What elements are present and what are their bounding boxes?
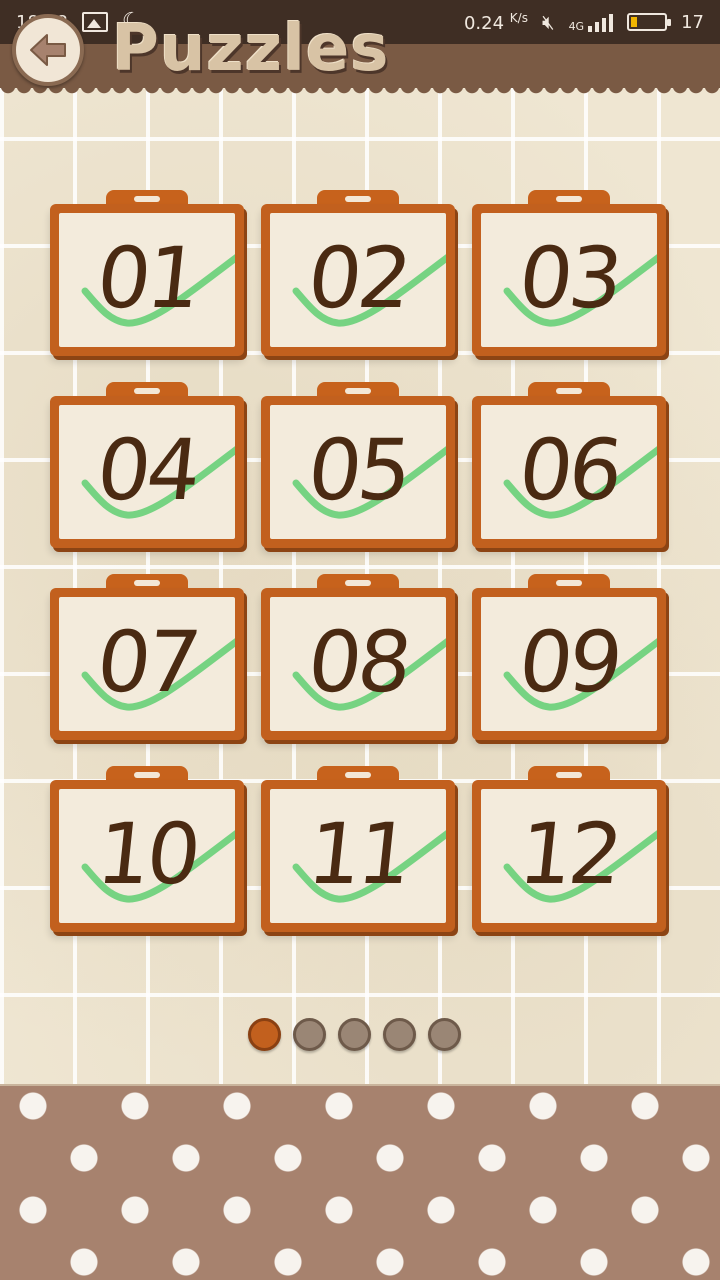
page-dot[interactable]	[383, 1018, 416, 1051]
puzzle-tile[interactable]: 10	[50, 766, 244, 934]
puzzle-tile[interactable]: 08	[261, 574, 455, 742]
network-speed: 0.24 K/s	[464, 11, 528, 34]
tile-board: 11	[270, 789, 446, 923]
tile-frame: 10	[50, 780, 244, 932]
puzzle-tile[interactable]: 01	[50, 190, 244, 358]
puzzle-tile[interactable]: 03	[472, 190, 666, 358]
page-title: Puzzles	[112, 12, 390, 86]
battery-level: 17	[681, 11, 704, 33]
puzzle-tile[interactable]: 02	[261, 190, 455, 358]
puzzle-tile[interactable]: 06	[472, 382, 666, 550]
puzzle-number: 07	[92, 613, 202, 711]
puzzle-number: 01	[92, 229, 202, 327]
tile-board: 10	[59, 789, 235, 923]
tile-frame: 12	[472, 780, 666, 932]
puzzle-number: 11	[303, 805, 413, 903]
polka-dot-footer	[0, 1084, 720, 1280]
puzzle-tile[interactable]: 12	[472, 766, 666, 934]
tile-frame: 04	[50, 396, 244, 548]
tile-board: 03	[481, 213, 657, 347]
tile-frame: 09	[472, 588, 666, 740]
tile-frame: 07	[50, 588, 244, 740]
tile-board: 09	[481, 597, 657, 731]
tile-board: 12	[481, 789, 657, 923]
puzzle-number: 08	[303, 613, 413, 711]
tile-board: 06	[481, 405, 657, 539]
tile-frame: 05	[261, 396, 455, 548]
battery-icon	[627, 13, 672, 31]
signal-icon	[588, 12, 614, 32]
puzzle-number: 10	[92, 805, 202, 903]
puzzle-number: 03	[514, 229, 624, 327]
network-speed-unit: K/s	[509, 10, 528, 25]
tile-frame: 06	[472, 396, 666, 548]
tile-board: 04	[59, 405, 235, 539]
tile-board: 01	[59, 213, 235, 347]
back-button[interactable]	[12, 14, 84, 86]
network-speed-value: 0.24	[463, 12, 505, 34]
page-dot-active[interactable]	[248, 1018, 281, 1051]
tile-frame: 11	[261, 780, 455, 932]
mute-icon: 🔇︎	[541, 10, 555, 34]
gallery-notification-icon	[81, 12, 108, 32]
puzzle-number: 09	[514, 613, 624, 711]
puzzle-tile[interactable]: 04	[50, 382, 244, 550]
tile-frame: 02	[261, 204, 455, 356]
page-dot[interactable]	[338, 1018, 371, 1051]
tile-board: 07	[59, 597, 235, 731]
tile-frame: 01	[50, 204, 244, 356]
tile-board: 08	[270, 597, 446, 731]
puzzle-tile[interactable]: 09	[472, 574, 666, 742]
status-right: 0.24 K/s 🔇︎ 4G 17	[464, 10, 704, 34]
tile-frame: 03	[472, 204, 666, 356]
tile-frame: 08	[261, 588, 455, 740]
page-dot[interactable]	[428, 1018, 461, 1051]
page-indicator	[248, 1018, 461, 1051]
puzzle-tile[interactable]: 07	[50, 574, 244, 742]
puzzle-tile[interactable]: 05	[261, 382, 455, 550]
back-arrow-icon	[30, 34, 66, 66]
puzzle-number: 05	[303, 421, 413, 519]
network-type: 4G	[568, 20, 585, 33]
tile-board: 05	[270, 405, 446, 539]
puzzle-number: 12	[514, 805, 624, 903]
puzzle-number: 02	[303, 229, 413, 327]
puzzle-grid: 01 02 03 04 05 06 07 08 09 10 11 12	[50, 190, 670, 950]
puzzle-number: 06	[514, 421, 624, 519]
puzzle-tile[interactable]: 11	[261, 766, 455, 934]
puzzle-number: 04	[92, 421, 202, 519]
tile-board: 02	[270, 213, 446, 347]
header-scallop-edge	[0, 86, 720, 100]
page-dot[interactable]	[293, 1018, 326, 1051]
